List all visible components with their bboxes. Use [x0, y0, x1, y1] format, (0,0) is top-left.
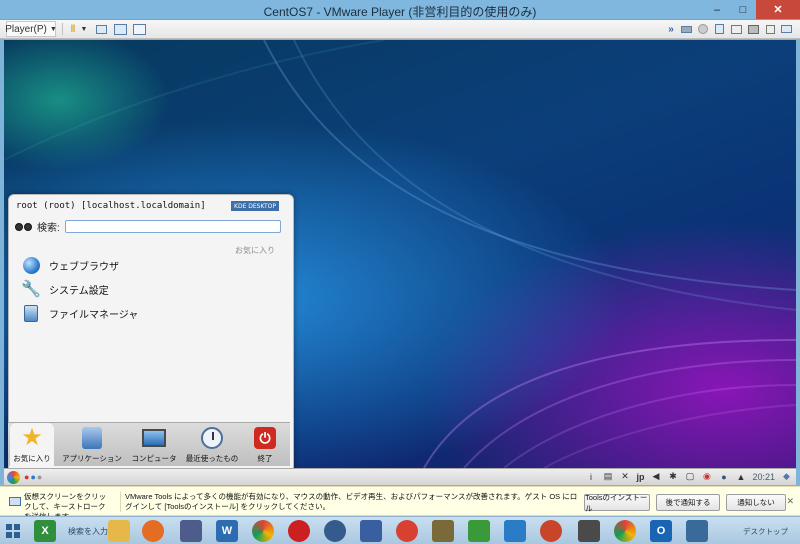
media-icon[interactable] — [396, 520, 418, 542]
user-header: root (root) [localhost.localdomain] — [16, 201, 206, 211]
windows-taskbar: X 検索を入力して W O デスクトップ — [0, 516, 800, 544]
kde-panel: ●●● i ▤ ✕ jp ◀ ✱ ▢ ◉ ● ▲ 20:21 ◆ — [4, 468, 796, 485]
maximize-button[interactable]: □ — [730, 0, 756, 19]
minimize-button[interactable]: – — [704, 0, 730, 19]
tab-label: アプリケーション — [62, 454, 122, 463]
chevron-down-icon: ▼ — [49, 25, 57, 33]
thunderbird-icon[interactable] — [324, 520, 346, 542]
vmware-tools-message: VMware Tools によって多くの機能が有効になり、マウスの動作、ビデオ再… — [120, 492, 578, 512]
applications-icon — [80, 426, 104, 450]
display-icon[interactable] — [780, 21, 792, 37]
clipboard-icon[interactable]: ▤ — [602, 471, 613, 482]
app-icon[interactable] — [468, 520, 490, 542]
vmware-tools-hint-bar: 仮想スクリーンをクリックして、キーストロークを送信します VMware Tool… — [0, 486, 800, 521]
pause-icon[interactable]: ‖ — [67, 21, 79, 37]
search-input[interactable] — [64, 219, 281, 233]
volume-icon[interactable]: ◀ — [650, 471, 661, 482]
hard-disk-icon[interactable] — [680, 21, 692, 37]
tab-recently-used[interactable]: 最近使ったもの — [184, 423, 240, 467]
unity-icon[interactable] — [132, 21, 146, 37]
menu-item-label: ファイルマネージャ — [49, 309, 139, 321]
close-icon[interactable]: ✕ — [786, 496, 794, 507]
remind-later-button[interactable]: 後で通知する — [656, 494, 720, 511]
menu-item-label: ウェブブラウザ — [49, 261, 119, 273]
search-row: 検索: — [15, 217, 287, 235]
install-tools-button[interactable]: Toolsのインストール — [584, 493, 650, 513]
kde-desktop-badge: KDE DESKTOP — [231, 201, 279, 211]
windows-start-icon[interactable] — [6, 524, 20, 538]
star-icon: ★ — [21, 424, 43, 451]
app-icon[interactable] — [540, 520, 562, 542]
tab-applications[interactable]: アプリケーション — [60, 423, 124, 467]
updates-icon[interactable]: ◉ — [701, 471, 712, 482]
computer-icon — [142, 426, 166, 450]
player-menu-label: Player(P) — [5, 23, 47, 35]
excel-icon[interactable]: X — [34, 520, 56, 542]
sound-card-icon[interactable] — [747, 21, 759, 37]
firefox-icon[interactable] — [142, 520, 164, 542]
cd-drive-icon[interactable] — [697, 21, 709, 37]
menu-item-file-manager[interactable]: ファイルマネージャ — [21, 302, 281, 324]
menu-item-web-browser[interactable]: ウェブブラウザ — [21, 254, 281, 276]
chevron-down-icon[interactable]: ▼ — [80, 21, 88, 37]
recent-clock-icon — [200, 426, 224, 450]
chrome-icon[interactable] — [252, 520, 274, 542]
menu-item-system-settings[interactable]: 🔧 システム設定 — [21, 278, 281, 300]
word-icon[interactable]: W — [216, 520, 238, 542]
globe-icon — [21, 255, 41, 275]
printer-icon[interactable] — [730, 21, 742, 37]
fullscreen-icon[interactable] — [113, 21, 127, 37]
vmware-player-window: CentOS7 - VMware Player (非営利目的の使用のみ) – □… — [0, 0, 800, 544]
app-icon[interactable] — [360, 520, 382, 542]
tab-label: 終了 — [257, 454, 273, 463]
vmware-player-icon[interactable] — [578, 520, 600, 542]
panel-clock[interactable]: 20:21 — [752, 472, 775, 482]
info-icon[interactable]: i — [585, 471, 596, 482]
kickoff-tab-bar: ★ お気に入り アプリケーション コンピュータ 最近使ったもの ⏻ 終了 — [8, 422, 290, 467]
more-devices-icon[interactable]: » — [666, 21, 676, 37]
system-tray: i ▤ ✕ jp ◀ ✱ ▢ ◉ ● ▲ 20:21 ◆ — [585, 471, 792, 482]
app-icon[interactable] — [504, 520, 526, 542]
show-desktop-label[interactable]: デスクトップ — [743, 526, 788, 537]
power-icon: ⏻ — [253, 426, 277, 450]
window-title: CentOS7 - VMware Player (非営利目的の使用のみ) — [263, 5, 537, 19]
bluetooth-icon[interactable]: ✱ — [667, 471, 678, 482]
notifications-icon[interactable]: ● — [718, 471, 729, 482]
never-remind-button[interactable]: 通知しない — [726, 494, 786, 511]
tab-computer[interactable]: コンピュータ — [128, 423, 180, 467]
tab-favorites[interactable]: ★ お気に入り — [10, 423, 54, 467]
activity-dots-icon[interactable]: ●●● — [24, 472, 43, 482]
binoculars-icon — [15, 219, 33, 233]
tab-label: 最近使ったもの — [185, 454, 239, 463]
guest-desktop[interactable]: root (root) [localhost.localdomain] KDE … — [4, 40, 796, 468]
tools-icon: 🔧 — [21, 281, 41, 298]
menu-item-label: システム設定 — [49, 285, 109, 297]
display-icon[interactable]: ▢ — [684, 471, 695, 482]
network-disconnected-icon[interactable]: ✕ — [619, 471, 630, 482]
tab-label: お気に入り — [13, 454, 51, 463]
input-method-label[interactable]: jp — [636, 471, 644, 482]
app-icon[interactable] — [686, 520, 708, 542]
player-menu-button[interactable]: Player(P) ▼ — [5, 21, 57, 37]
kde-launcher-icon[interactable] — [7, 471, 20, 484]
tab-label: コンピュータ — [131, 454, 177, 463]
panel-toolbox-icon[interactable]: ◆ — [781, 471, 792, 482]
network-adapter-icon[interactable] — [713, 21, 725, 37]
vmware-toolbar: Player(P) ▼ ‖ ▼ » — [0, 20, 800, 39]
search-label: 検索: — [37, 222, 60, 234]
send-ctrl-alt-del-icon[interactable] — [94, 21, 108, 37]
outlook-icon[interactable]: O — [650, 520, 672, 542]
tab-leave[interactable]: ⏻ 終了 — [246, 423, 284, 467]
keyboard-hint-icon — [9, 497, 21, 506]
usb-device-icon[interactable] — [764, 21, 776, 37]
file-manager-icon — [21, 303, 41, 323]
chrome-icon[interactable] — [614, 520, 636, 542]
folder-icon[interactable] — [108, 520, 130, 542]
tray-expand-icon[interactable]: ▲ — [735, 471, 746, 482]
close-button[interactable]: ✕ — [756, 0, 800, 19]
title-bar: CentOS7 - VMware Player (非営利目的の使用のみ) – □… — [0, 0, 800, 20]
opera-icon[interactable] — [288, 520, 310, 542]
app-icon[interactable] — [432, 520, 454, 542]
app-icon[interactable] — [180, 520, 202, 542]
